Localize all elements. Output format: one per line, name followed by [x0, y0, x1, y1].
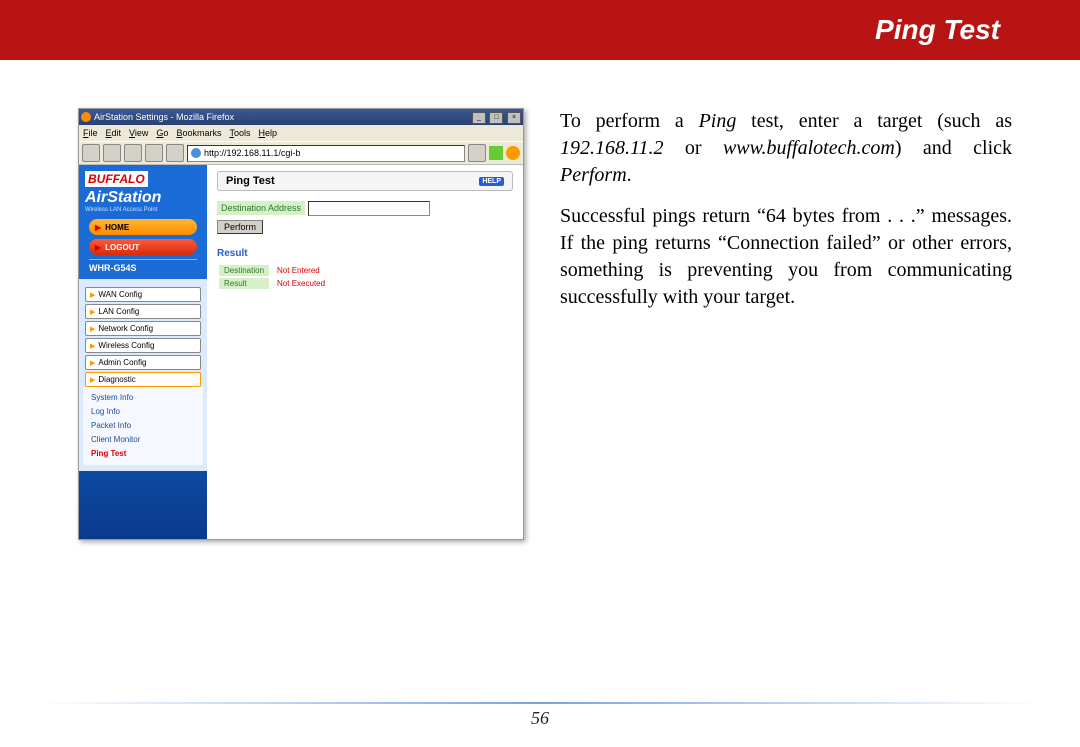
model-label: WHR-G54S — [89, 259, 197, 273]
sidebar: BUFFALO AirStation Wireless LAN Access P… — [79, 165, 207, 540]
paragraph-2: Successful pings return “64 bytes from .… — [560, 203, 1012, 311]
extension-icon-2[interactable] — [506, 146, 520, 160]
url-text: http://192.168.11.1/cgi-b — [204, 148, 300, 158]
link-system-info[interactable]: System Info — [91, 391, 195, 405]
paragraph-1: To perform a Ping test, enter a target (… — [560, 108, 1012, 189]
result-table: Destination Not Entered Result Not Execu… — [217, 263, 333, 291]
result-heading: Result — [217, 248, 513, 259]
result-value: Not Executed — [271, 278, 331, 289]
brand-box: BUFFALO AirStation Wireless LAN Access P… — [79, 165, 207, 215]
nav-wan[interactable]: ▶WAN Config — [85, 287, 201, 302]
maximize-button[interactable]: □ — [489, 112, 503, 124]
nav-wireless[interactable]: ▶Wireless Config — [85, 338, 201, 353]
menu-file[interactable]: File — [83, 128, 98, 138]
menu-help[interactable]: Help — [258, 128, 277, 138]
link-ping-test[interactable]: Ping Test — [91, 447, 195, 461]
screenshot-box: AirStation Settings - Mozilla Firefox _ … — [78, 108, 524, 540]
footer: 56 — [0, 702, 1080, 729]
perform-button[interactable]: Perform — [217, 220, 263, 234]
link-log-info[interactable]: Log Info — [91, 405, 195, 419]
destination-label: Destination Address — [217, 201, 305, 215]
brand-airstation: AirStation — [85, 189, 201, 207]
footer-divider — [40, 702, 1040, 704]
menu-tools[interactable]: Tools — [229, 128, 250, 138]
result-row: Result Not Executed — [219, 278, 331, 289]
triangle-icon: ▶ — [90, 376, 95, 384]
globe-icon — [191, 148, 201, 158]
triangle-icon: ▶ — [90, 308, 95, 316]
stop-button[interactable] — [145, 144, 163, 162]
home-button[interactable] — [166, 144, 184, 162]
link-packet-info[interactable]: Packet Info — [91, 419, 195, 433]
minimize-button[interactable]: _ — [472, 112, 486, 124]
main-pane: Ping Test HELP Destination Address Perfo… — [207, 165, 523, 540]
menu-view[interactable]: View — [129, 128, 148, 138]
result-row: Destination Not Entered — [219, 265, 331, 276]
nav-network[interactable]: ▶Network Config — [85, 321, 201, 336]
menu-bookmarks[interactable]: Bookmarks — [176, 128, 221, 138]
window-titlebar: AirStation Settings - Mozilla Firefox _ … — [79, 109, 523, 125]
logout-label: LOGOUT — [105, 243, 139, 252]
sub-links: System Info Log Info Packet Info Client … — [83, 387, 203, 465]
arrow-icon: ▶ — [95, 223, 101, 232]
triangle-icon: ▶ — [90, 359, 95, 367]
nav-tabs: ▶WAN Config ▶LAN Config ▶Network Config … — [79, 279, 207, 471]
close-button[interactable]: × — [507, 112, 521, 124]
header-title: Ping Test — [875, 14, 1000, 46]
extension-icon-1[interactable] — [489, 146, 503, 160]
result-key: Result — [219, 278, 269, 289]
window-controls: _ □ × — [471, 111, 521, 124]
home-label: HOME — [105, 223, 129, 232]
pane-title: Ping Test — [226, 175, 275, 187]
logout-button-pill[interactable]: ▶ LOGOUT — [89, 239, 197, 255]
body-text: To perform a Ping test, enter a target (… — [560, 108, 1012, 540]
app-body: BUFFALO AirStation Wireless LAN Access P… — [79, 165, 523, 540]
menu-edit[interactable]: Edit — [106, 128, 122, 138]
help-badge[interactable]: HELP — [479, 177, 504, 186]
triangle-icon: ▶ — [90, 325, 95, 333]
brand-buffalo: BUFFALO — [85, 171, 148, 187]
menu-go[interactable]: Go — [156, 128, 168, 138]
forward-button[interactable] — [103, 144, 121, 162]
triangle-icon: ▶ — [90, 291, 95, 299]
result-value: Not Entered — [271, 265, 331, 276]
window-toolbar: http://192.168.11.1/cgi-b — [79, 141, 523, 165]
window-title: AirStation Settings - Mozilla Firefox — [94, 112, 234, 122]
go-button[interactable] — [468, 144, 486, 162]
nav-admin[interactable]: ▶Admin Config — [85, 355, 201, 370]
destination-input[interactable] — [308, 201, 430, 216]
firefox-icon — [81, 112, 91, 122]
triangle-icon: ▶ — [90, 342, 95, 350]
url-bar[interactable]: http://192.168.11.1/cgi-b — [187, 145, 465, 162]
back-button[interactable] — [82, 144, 100, 162]
page-number: 56 — [0, 708, 1080, 729]
brand-subtitle: Wireless LAN Access Point — [85, 207, 201, 213]
nav-diagnostic[interactable]: ▶Diagnostic — [85, 372, 201, 387]
pane-title-bar: Ping Test HELP — [217, 171, 513, 191]
result-key: Destination — [219, 265, 269, 276]
content-row: AirStation Settings - Mozilla Firefox _ … — [0, 60, 1080, 540]
arrow-icon: ▶ — [95, 243, 101, 252]
nav-lan[interactable]: ▶LAN Config — [85, 304, 201, 319]
link-client-monitor[interactable]: Client Monitor — [91, 433, 195, 447]
reload-button[interactable] — [124, 144, 142, 162]
destination-row: Destination Address — [217, 201, 513, 216]
window-menubar: File Edit View Go Bookmarks Tools Help — [79, 125, 523, 141]
home-button-pill[interactable]: ▶ HOME — [89, 219, 197, 235]
header-bar: Ping Test — [0, 0, 1080, 60]
